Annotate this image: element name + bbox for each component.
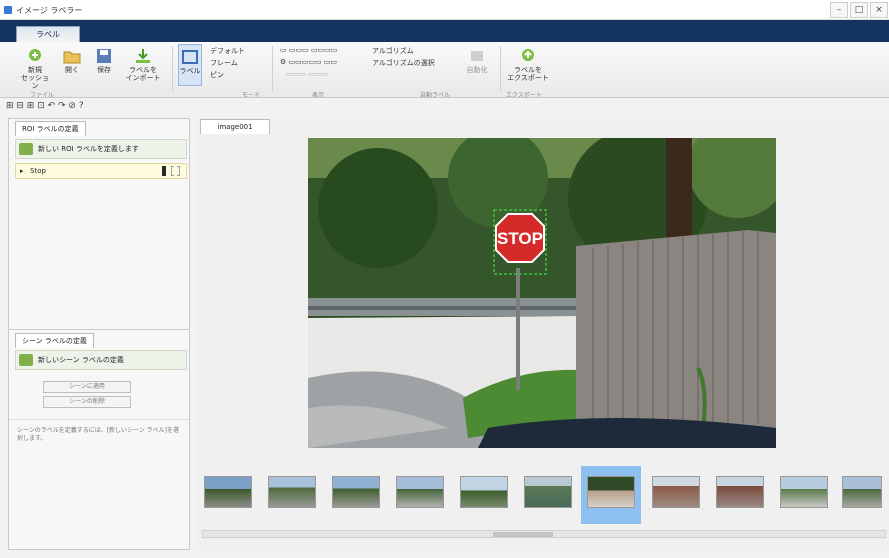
save-icon [97, 49, 111, 63]
panel-divider [9, 329, 189, 330]
algorithm-title: アルゴリズム [372, 47, 414, 55]
roi-label-name: Stop [30, 167, 46, 175]
open-label: 開く [65, 66, 79, 74]
new-session-icon [29, 49, 41, 61]
tab-label[interactable]: ラベル [16, 26, 80, 42]
group-mode-label: モード [242, 92, 261, 99]
folder-icon [63, 51, 81, 64]
title-bar: イメージ ラベラー – □ × [0, 0, 889, 20]
quick-toolbar: ⊞ ⊟ ⊞ ⊡ ↶ ↷ ⊘ ? [0, 98, 196, 116]
label-color-swatch [162, 166, 166, 176]
define-roi-button[interactable]: 新しい ROI ラベルを定義します [15, 139, 187, 159]
scene-hint-text: シーンのラベルを定義するには、[新しいシーン ラベル]を選択します。 [17, 427, 179, 442]
scene-photo: STOP [308, 138, 776, 448]
tab-scene-labels[interactable]: シーン ラベルの定義 [15, 333, 94, 348]
view-option-1[interactable]: ▭ ▭▭▭ ▭▭▭▭ [280, 46, 337, 54]
thumbnail[interactable] [652, 476, 700, 508]
save-label: 保存 [97, 66, 111, 74]
ribbon-separator [172, 46, 173, 92]
view-option-3[interactable]: ▭▭▭ ▭▭▭ [286, 70, 328, 78]
automate-label: 自動化 [466, 66, 488, 74]
automate-icon [471, 51, 483, 61]
quick-toolbar-icons[interactable]: ⊞ ⊟ ⊞ ⊡ ↶ ↷ ⊘ ? [6, 101, 84, 111]
algorithm-select[interactable]: アルゴリズムの選択 [372, 58, 435, 68]
ribbon: 新規 セッション 開く 保存 ラベルを インポート ラベル デフォルト フレーム… [0, 42, 889, 99]
thumbnail-scrollbar[interactable] [202, 530, 886, 538]
image-canvas[interactable]: STOP [308, 138, 776, 448]
add-scene-icon [19, 354, 33, 366]
label-mode-button[interactable]: ラベル [178, 44, 202, 86]
export-labels-button[interactable]: ラベルを エクスポート [506, 48, 550, 82]
roi-label-item[interactable]: ▸ Stop [15, 163, 187, 179]
tab-image[interactable]: image001 [200, 119, 270, 134]
export-labels-label: ラベルを エクスポート [507, 66, 549, 82]
import-labels-label: ラベルを インポート [125, 66, 161, 82]
group-auto-label: 自動ラベル [420, 92, 451, 99]
thumbnail[interactable] [268, 476, 316, 508]
left-panel: ROI ラベルの定義 新しい ROI ラベルを定義します ▸ Stop シーン … [8, 118, 190, 550]
layout-pin-option[interactable]: ピン [210, 70, 224, 80]
group-export-label: エクスポート [506, 92, 542, 99]
add-label-icon [19, 143, 33, 155]
layout-default-option[interactable]: デフォルト [210, 46, 245, 56]
thumbnail-strip [196, 458, 889, 526]
thumbnail[interactable] [396, 476, 444, 508]
import-icon [136, 49, 150, 63]
define-roi-label: 新しい ROI ラベルを定義します [38, 145, 139, 153]
group-view-label: 表示 [312, 92, 325, 99]
open-button[interactable]: 開く [58, 48, 86, 74]
main-area: image001 STOP [196, 118, 889, 550]
thumbnail[interactable] [204, 476, 252, 508]
layout-frame-option[interactable]: フレーム [210, 58, 238, 68]
stop-sign-text: STOP [497, 229, 543, 248]
close-button[interactable]: × [870, 2, 888, 18]
thumbnail[interactable] [716, 476, 764, 508]
label-mode-icon [182, 50, 198, 64]
maximize-button[interactable]: □ [850, 2, 868, 18]
label-mode-label: ラベル [179, 67, 201, 75]
minimize-button[interactable]: – [830, 2, 848, 18]
automate-button[interactable]: 自動化 [462, 48, 492, 74]
thumbnail-selected[interactable] [587, 476, 635, 508]
thumbnail[interactable] [524, 476, 572, 508]
roi-rect-icon [171, 166, 180, 176]
thumbnail[interactable] [780, 476, 828, 508]
apply-scene-button[interactable]: シーンに適用 [43, 381, 131, 393]
window-title: イメージ ラベラー [16, 6, 83, 15]
app-icon [4, 6, 12, 14]
thumbnail[interactable] [842, 476, 882, 508]
view-option-2[interactable]: ⚙ ▭▭▭▭▭ ▭▭ [280, 58, 337, 66]
thumbnail[interactable] [332, 476, 380, 508]
scrollbar-thumb[interactable] [493, 532, 553, 537]
thumbnail[interactable] [460, 476, 508, 508]
tab-roi-labels[interactable]: ROI ラベルの定義 [15, 121, 86, 136]
define-scene-button[interactable]: 新しいシーン ラベルの定義 [15, 350, 187, 370]
panel-divider [9, 419, 189, 420]
ribbon-separator [272, 46, 273, 92]
define-scene-label: 新しいシーン ラベルの定義 [38, 356, 124, 364]
remove-scene-button[interactable]: シーンの削除 [43, 396, 131, 408]
expand-icon[interactable]: ▸ [20, 164, 24, 178]
export-icon [522, 49, 534, 61]
new-session-button[interactable]: 新規 セッション [20, 48, 50, 90]
ribbon-separator [500, 46, 501, 92]
import-labels-button[interactable]: ラベルを インポート [122, 48, 164, 82]
ribbon-tabstrip: ラベル [0, 20, 889, 42]
new-session-label: 新規 セッション [21, 66, 49, 90]
save-button[interactable]: 保存 [92, 48, 116, 74]
